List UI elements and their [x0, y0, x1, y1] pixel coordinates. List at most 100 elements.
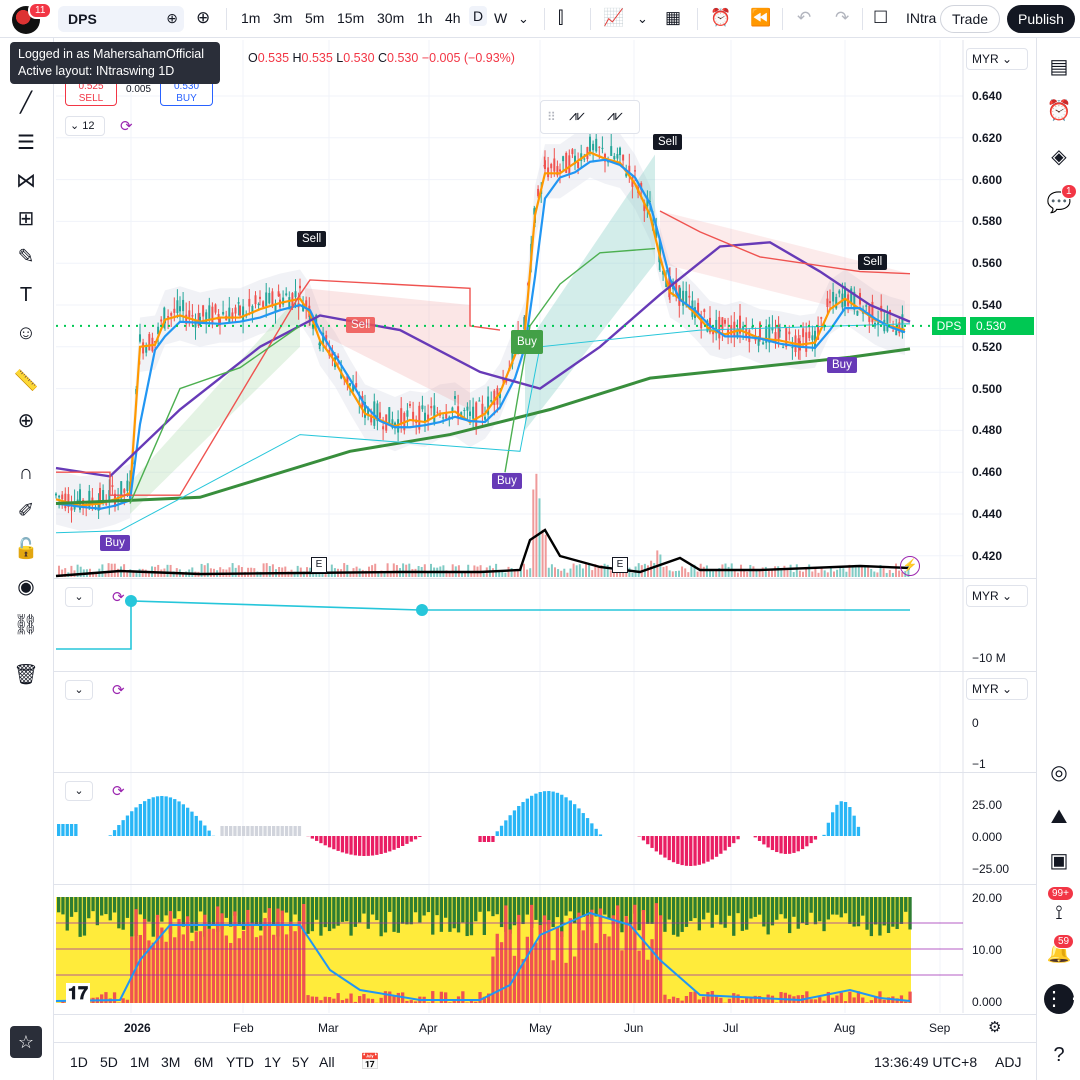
chevron-down-icon[interactable]: ⌄	[637, 11, 648, 27]
redo-icon[interactable]: ↷	[835, 8, 849, 28]
help-icon[interactable]: ?	[1046, 1042, 1072, 1068]
pane2-sync-icon[interactable]: ⟳	[112, 588, 125, 606]
range-3m[interactable]: 3M	[161, 1054, 180, 1070]
candle-body	[892, 330, 895, 332]
indicators-icon[interactable]: 📈	[603, 8, 624, 28]
speedometer-icon[interactable]: ◎	[1046, 760, 1072, 786]
range-6m[interactable]: 6M	[194, 1054, 213, 1070]
adj-toggle[interactable]: ADJ	[995, 1054, 1021, 1070]
pane5-green-bar	[272, 897, 276, 925]
brush-icon[interactable]: ✎	[13, 244, 39, 270]
zoom-icon[interactable]: ⊕	[13, 408, 39, 434]
add-symbol-icon[interactable]: ⊕	[166, 10, 178, 27]
volume-bar	[284, 566, 287, 577]
mountain-icon[interactable]: ⛰	[1046, 804, 1072, 830]
pane4-histogram-bar	[684, 836, 689, 866]
pane5-red-bar	[353, 1001, 357, 1003]
open-label: O	[248, 51, 258, 65]
calendar-icon[interactable]: ▣	[1046, 848, 1072, 874]
clock-label[interactable]: 13:36:49 UTC+8	[874, 1054, 977, 1070]
eye-icon[interactable]: ◉	[13, 574, 39, 600]
interval-1m[interactable]: 1m	[241, 10, 260, 26]
sync-icon[interactable]: ⟳	[120, 117, 133, 135]
templates-icon[interactable]: ▦	[665, 8, 681, 28]
undo-icon[interactable]: ↶	[797, 8, 811, 28]
earnings-marker[interactable]: E	[612, 557, 628, 573]
candles-icon[interactable]: ⫿	[558, 8, 563, 28]
fib-icon[interactable]: ☰	[13, 130, 39, 156]
layers-icon[interactable]: ◈	[1046, 144, 1072, 170]
interval-3m[interactable]: 3m	[273, 10, 292, 26]
range-1d[interactable]: 1D	[70, 1054, 88, 1070]
interval-w[interactable]: W	[494, 10, 507, 26]
pane3-collapse-button[interactable]: ⌄	[65, 680, 93, 700]
pane5-red-bar	[577, 912, 581, 1003]
interval-1h[interactable]: 1h	[417, 10, 433, 26]
alert-icon[interactable]: ⏰	[710, 8, 731, 28]
range-1y[interactable]: 1Y	[264, 1054, 281, 1070]
fullscreen-icon[interactable]: ☐	[873, 8, 888, 28]
interval-d[interactable]: D	[469, 6, 488, 26]
publish-button[interactable]: Publish	[1007, 5, 1075, 33]
currency-select-pane2[interactable]: MYR ⌄	[966, 585, 1028, 607]
ema-fast-line	[55, 151, 906, 507]
volume-bar	[259, 571, 262, 577]
favorites-star-icon[interactable]: ☆	[10, 1026, 42, 1058]
range-all[interactable]: All	[319, 1054, 335, 1070]
patterns-icon[interactable]: ⋈	[13, 168, 39, 194]
watchlist-icon[interactable]: ▤	[1046, 54, 1072, 80]
pane4-histogram-bar	[289, 826, 293, 836]
interval-15m[interactable]: 15m	[337, 10, 364, 26]
lock-icon[interactable]: 🔓	[13, 536, 39, 562]
indicators-collapse-button[interactable]: ⌄ 12	[65, 116, 105, 136]
time-label-may: May	[529, 1021, 552, 1035]
pencil-lock-icon[interactable]: ✐	[13, 498, 39, 524]
alarm-clock-icon[interactable]: ⏰	[1046, 98, 1072, 124]
pane3-sync-icon[interactable]: ⟳	[112, 681, 125, 699]
range-1m[interactable]: 1M	[130, 1054, 149, 1070]
prediction-icon[interactable]: ⊞	[13, 206, 39, 232]
link-icon[interactable]: ⛓	[13, 612, 39, 638]
lightning-icon[interactable]: ⚡	[900, 556, 920, 576]
candle-body	[754, 338, 757, 341]
apps-grid-icon[interactable]: ⋮⋮	[1044, 984, 1080, 1014]
range-ytd[interactable]: YTD	[226, 1054, 254, 1070]
layout-name[interactable]: INtra	[906, 10, 936, 26]
candle-body	[895, 330, 898, 336]
chevron-down-icon[interactable]: ⌄	[518, 11, 529, 27]
pattern-widget[interactable]: ⠿ ⩘⩗ ⩘⩗	[540, 100, 640, 134]
trend-line-icon[interactable]: ╱	[13, 90, 39, 116]
pattern-15-icon[interactable]: ⩘⩗	[569, 107, 585, 124]
range-5d[interactable]: 5D	[100, 1054, 118, 1070]
interval-5m[interactable]: 5m	[305, 10, 324, 26]
magnet-icon[interactable]: ∩	[13, 460, 39, 486]
pane4-sync-icon[interactable]: ⟳	[112, 782, 125, 800]
date-range-calendar-icon[interactable]: 📅	[360, 1052, 380, 1072]
pane2-collapse-button[interactable]: ⌄	[65, 587, 93, 607]
pane5-red-bar	[439, 991, 443, 1003]
settings-gear-icon[interactable]: ⚙	[988, 1018, 1001, 1036]
range-5y[interactable]: 5Y	[292, 1054, 309, 1070]
pane5-red-bar	[775, 1002, 779, 1003]
pane5-red-bar	[766, 994, 770, 1003]
symbol-search[interactable]: DPS ⊕	[58, 6, 184, 32]
text-icon[interactable]: T	[13, 282, 39, 308]
ruler-icon[interactable]: 📏	[13, 368, 39, 394]
interval-4h[interactable]: 4h	[445, 10, 461, 26]
trade-button[interactable]: Trade	[940, 5, 1000, 33]
replay-icon[interactable]: ⏪	[750, 8, 771, 28]
price-chart[interactable]	[0, 0, 1080, 1080]
ideas-icon[interactable]: ⟟	[1046, 900, 1072, 926]
currency-select-pane3[interactable]: MYR ⌄	[966, 678, 1028, 700]
compare-symbol-icon[interactable]: ⊕	[196, 8, 210, 28]
pane4-collapse-button[interactable]: ⌄	[65, 781, 93, 801]
emoji-icon[interactable]: ☺	[13, 320, 39, 346]
trash-icon[interactable]: 🗑	[13, 662, 39, 688]
pane3-tick-0: 0	[972, 716, 979, 730]
currency-select-main[interactable]: MYR ⌄	[966, 48, 1028, 70]
drag-handle-icon[interactable]: ⠿	[547, 110, 556, 124]
pane5-red-bar	[878, 991, 882, 1003]
earnings-marker[interactable]: E	[311, 557, 327, 573]
pattern-ac-icon[interactable]: ⩘⩗	[607, 107, 623, 124]
interval-30m[interactable]: 30m	[377, 10, 404, 26]
